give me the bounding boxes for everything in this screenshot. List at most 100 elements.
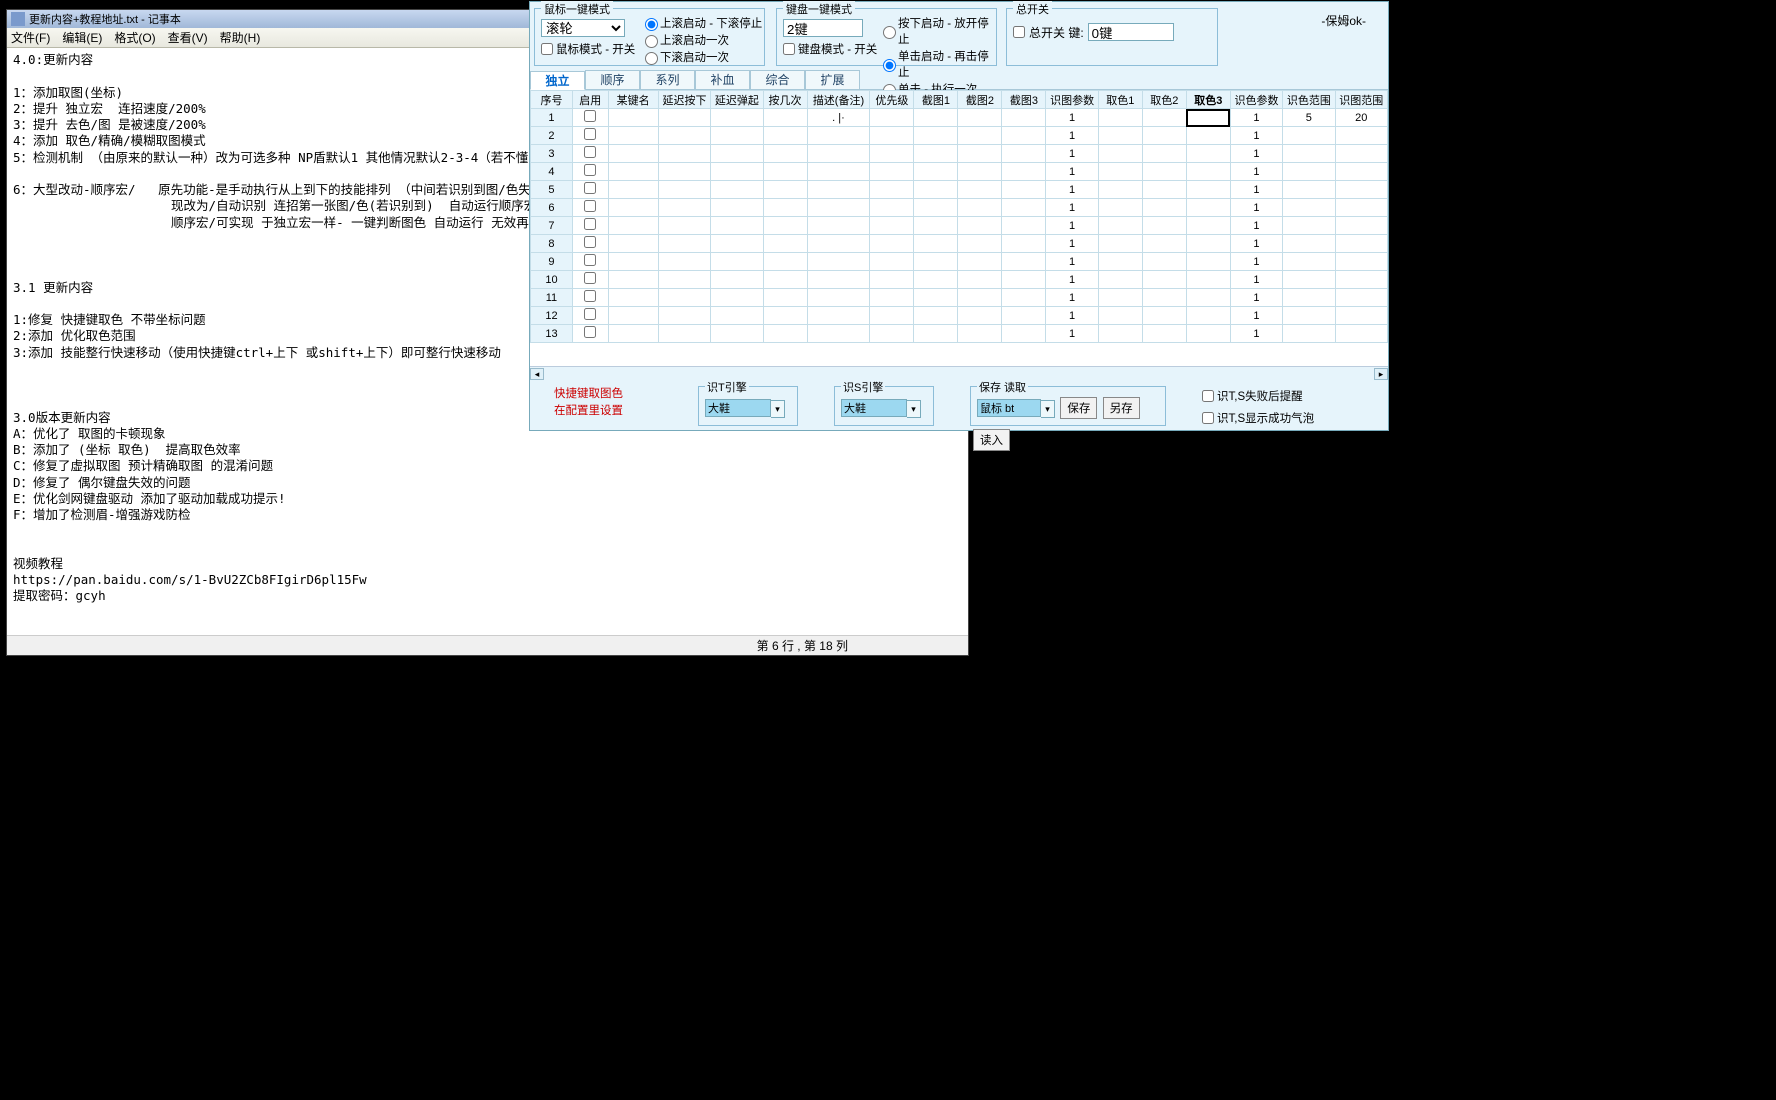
- cell[interactable]: [914, 271, 958, 289]
- saveas-button[interactable]: 另存: [1103, 397, 1140, 419]
- cell[interactable]: [807, 127, 870, 145]
- cell[interactable]: [658, 145, 710, 163]
- table-row[interactable]: 811: [531, 235, 1388, 253]
- cell[interactable]: [914, 325, 958, 343]
- mouse-mode-checkbox[interactable]: [541, 43, 553, 55]
- cell[interactable]: 1: [1046, 145, 1098, 163]
- cell[interactable]: [1335, 127, 1387, 145]
- enable-checkbox[interactable]: [584, 272, 596, 284]
- col-14[interactable]: 取色3: [1186, 91, 1230, 109]
- cell[interactable]: 1: [1230, 289, 1282, 307]
- col-5[interactable]: 按几次: [763, 91, 807, 109]
- cell[interactable]: [1098, 199, 1142, 217]
- cell[interactable]: [807, 163, 870, 181]
- cell[interactable]: [1002, 253, 1046, 271]
- col-6[interactable]: 描述(备注): [807, 91, 870, 109]
- cell[interactable]: [711, 181, 763, 199]
- cell[interactable]: [870, 109, 914, 127]
- cell[interactable]: [572, 307, 608, 325]
- cell[interactable]: [608, 127, 658, 145]
- cell[interactable]: [1098, 163, 1142, 181]
- mouse-r2[interactable]: 上滚启动一次: [645, 32, 762, 48]
- cell[interactable]: [1002, 145, 1046, 163]
- cell[interactable]: [870, 325, 914, 343]
- cell[interactable]: [711, 109, 763, 127]
- col-16[interactable]: 识色范围: [1283, 91, 1335, 109]
- cell[interactable]: 9: [531, 253, 573, 271]
- cell[interactable]: [1142, 109, 1186, 127]
- cell[interactable]: 1: [1046, 325, 1098, 343]
- menu-file[interactable]: 文件(F): [11, 29, 50, 46]
- cell[interactable]: [658, 325, 710, 343]
- cell[interactable]: [608, 235, 658, 253]
- cell[interactable]: [914, 163, 958, 181]
- col-11[interactable]: 识图参数: [1046, 91, 1098, 109]
- cell[interactable]: [711, 217, 763, 235]
- cell[interactable]: [807, 199, 870, 217]
- cell[interactable]: [1186, 307, 1230, 325]
- cell[interactable]: [1098, 253, 1142, 271]
- cell[interactable]: 1: [1230, 127, 1282, 145]
- table-row[interactable]: 1211: [531, 307, 1388, 325]
- key-r2[interactable]: 单击启动 - 再击停止: [883, 48, 996, 80]
- cell[interactable]: [1335, 181, 1387, 199]
- enable-checkbox[interactable]: [584, 308, 596, 320]
- cell[interactable]: [1098, 181, 1142, 199]
- dropdown-icon[interactable]: ▾: [771, 400, 785, 418]
- cell[interactable]: [1283, 307, 1335, 325]
- tab-5[interactable]: 扩展: [805, 70, 860, 89]
- col-0[interactable]: 序号: [531, 91, 573, 109]
- cell[interactable]: [1002, 217, 1046, 235]
- menu-format[interactable]: 格式(O): [114, 29, 155, 46]
- col-12[interactable]: 取色1: [1098, 91, 1142, 109]
- save-button[interactable]: 保存: [1060, 397, 1097, 419]
- cell[interactable]: [763, 325, 807, 343]
- col-8[interactable]: 截图1: [914, 91, 958, 109]
- cell[interactable]: 1: [1046, 307, 1098, 325]
- cell[interactable]: [1002, 271, 1046, 289]
- col-13[interactable]: 取色2: [1142, 91, 1186, 109]
- cell[interactable]: [711, 271, 763, 289]
- grid-wrap[interactable]: 序号启用某键名延迟按下延迟弹起按几次描述(备注)优先级截图1截图2截图3识图参数…: [530, 90, 1388, 366]
- cell[interactable]: [572, 109, 608, 127]
- cell[interactable]: . |·: [807, 109, 870, 127]
- table-row[interactable]: 1111: [531, 289, 1388, 307]
- menu-help[interactable]: 帮助(H): [220, 29, 261, 46]
- cell[interactable]: [807, 235, 870, 253]
- load-button[interactable]: 读入: [973, 429, 1010, 451]
- cell[interactable]: [572, 181, 608, 199]
- cell[interactable]: 10: [531, 271, 573, 289]
- cell[interactable]: [1002, 307, 1046, 325]
- cell[interactable]: [807, 289, 870, 307]
- cell[interactable]: [1142, 235, 1186, 253]
- cell[interactable]: [1002, 163, 1046, 181]
- cell[interactable]: 5: [531, 181, 573, 199]
- cell[interactable]: [870, 127, 914, 145]
- table-row[interactable]: 611: [531, 199, 1388, 217]
- col-2[interactable]: 某键名: [608, 91, 658, 109]
- cell[interactable]: [1283, 127, 1335, 145]
- enable-checkbox[interactable]: [584, 164, 596, 176]
- cell[interactable]: [1098, 235, 1142, 253]
- cell[interactable]: [958, 109, 1002, 127]
- cell[interactable]: [870, 163, 914, 181]
- cell[interactable]: [1283, 289, 1335, 307]
- tab-0[interactable]: 独立: [530, 71, 585, 90]
- cell[interactable]: [958, 163, 1002, 181]
- cell[interactable]: [763, 253, 807, 271]
- cell[interactable]: [1186, 127, 1230, 145]
- cell[interactable]: 1: [1230, 235, 1282, 253]
- cell[interactable]: 6: [531, 199, 573, 217]
- cell[interactable]: [1335, 289, 1387, 307]
- cell[interactable]: [1335, 145, 1387, 163]
- cell[interactable]: [1142, 325, 1186, 343]
- cell[interactable]: [1335, 271, 1387, 289]
- cell[interactable]: [1142, 289, 1186, 307]
- menu-view[interactable]: 查看(V): [168, 29, 208, 46]
- cell[interactable]: [1002, 235, 1046, 253]
- cell[interactable]: [914, 235, 958, 253]
- cell[interactable]: [958, 307, 1002, 325]
- enable-checkbox[interactable]: [584, 326, 596, 338]
- cell[interactable]: [914, 145, 958, 163]
- engine-s-select[interactable]: 大鞋: [841, 399, 907, 417]
